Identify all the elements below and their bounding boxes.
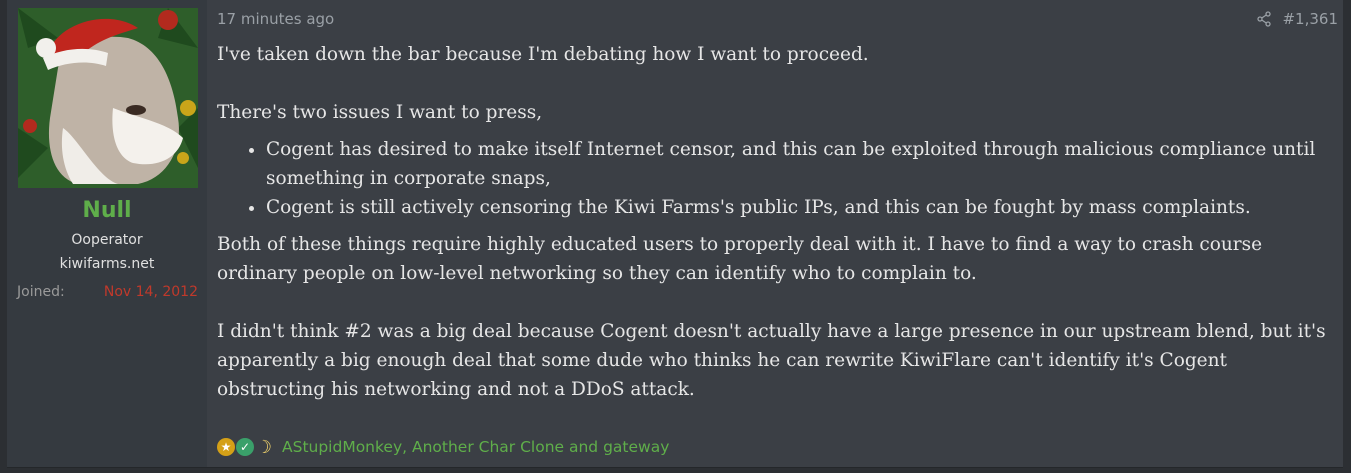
forum-post: Null Ooperator kiwifarms.net Joined: Nov… xyxy=(7,0,1343,468)
check-icon: ✓ xyxy=(236,438,254,456)
post-timestamp[interactable]: 17 minutes ago xyxy=(217,10,334,28)
user-site: kiwifarms.net xyxy=(59,256,155,272)
post-content-panel: 17 minutes ago #1,361 I've taken down th… xyxy=(207,0,1343,467)
user-info-panel: Null Ooperator kiwifarms.net Joined: Nov… xyxy=(7,0,207,467)
paragraph-1: I've taken down the bar because I'm deba… xyxy=(217,44,869,65)
bullet-list: Cogent has desired to make itself Intern… xyxy=(217,135,1327,222)
list-item: Cogent has desired to make itself Intern… xyxy=(266,135,1327,193)
username[interactable]: Null xyxy=(7,198,207,223)
post-body: I've taken down the bar because I'm deba… xyxy=(217,40,1327,404)
paragraph-2: There's two issues I want to press, xyxy=(217,102,543,123)
paragraph-3: Both of these things require highly educ… xyxy=(217,234,1263,284)
medal-icon: ★ xyxy=(217,438,235,456)
post-actions: #1,361 xyxy=(1256,10,1338,28)
joined-date: Nov 14, 2012 xyxy=(103,284,198,300)
reaction-icons[interactable]: ★ ✓ ☽ xyxy=(217,436,274,458)
post-number-link[interactable]: #1,361 xyxy=(1282,10,1338,28)
moon-icon: ☽ xyxy=(255,436,273,458)
santa-dog-avatar-icon xyxy=(18,8,198,188)
avatar[interactable] xyxy=(18,8,198,188)
reactions-bar: ★ ✓ ☽ AStupidMonkey, Another Char Clone … xyxy=(217,436,669,458)
paragraph-4: I didn't think #2 was a big deal because… xyxy=(217,321,1326,400)
list-item: Cogent is still actively censoring the K… xyxy=(266,193,1327,222)
reaction-users-link[interactable]: AStupidMonkey, Another Char Clone and ga… xyxy=(282,438,669,456)
share-icon[interactable] xyxy=(1256,11,1272,27)
joined-label: Joined: xyxy=(17,284,65,300)
user-title: Ooperator xyxy=(71,232,143,248)
